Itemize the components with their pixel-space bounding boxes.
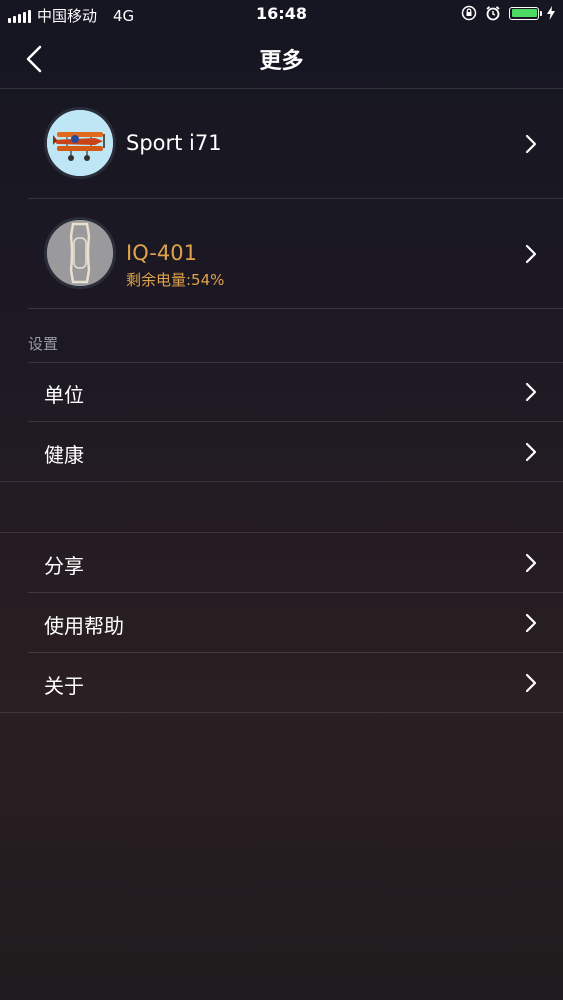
divider (28, 362, 563, 363)
chevron-right-icon (525, 134, 537, 154)
rotation-lock-icon (461, 5, 477, 21)
device-row-sport-i71[interactable]: Sport i71 (0, 89, 563, 199)
chevron-right-icon (525, 442, 537, 462)
chevron-right-icon (525, 244, 537, 264)
battery-icon (509, 6, 542, 20)
section-divider (0, 712, 563, 713)
menu-item-health[interactable]: 健康 (0, 422, 563, 482)
chevron-right-icon (525, 382, 537, 402)
chevron-right-icon (525, 613, 537, 633)
charging-icon (547, 6, 555, 20)
battery-fill (511, 9, 537, 17)
section-divider (0, 481, 563, 482)
band-avatar (44, 217, 116, 289)
nav-bar: 更多 (0, 30, 563, 89)
device-row-iq-401[interactable]: IQ-401 剩余电量:54% (0, 199, 563, 309)
status-right (461, 5, 555, 21)
biplane-avatar (44, 107, 116, 179)
menu-item-label: 使用帮助 (44, 614, 124, 638)
menu-item-label: 分享 (44, 554, 84, 578)
chevron-right-icon (525, 553, 537, 573)
menu-item-unit[interactable]: 单位 (0, 362, 563, 422)
menu-item-label: 关于 (44, 674, 84, 698)
menu-item-help[interactable]: 使用帮助 (0, 593, 563, 653)
menu-item-label: 单位 (44, 383, 84, 407)
menu-item-label: 健康 (44, 443, 84, 467)
menu-item-about[interactable]: 关于 (0, 653, 563, 713)
band-image (47, 220, 113, 286)
device-name: Sport i71 (126, 131, 222, 155)
device-name: IQ-401 (126, 241, 197, 265)
divider (28, 308, 563, 309)
page-title: 更多 (259, 49, 304, 74)
section-label-settings: 设置 (28, 335, 59, 353)
alarm-icon (486, 6, 500, 21)
menu-item-share[interactable]: 分享 (0, 533, 563, 593)
device-battery-status: 剩余电量:54% (126, 271, 225, 289)
status-bar: 中国移动 4G 16:48 (0, 0, 563, 30)
biplane-image (47, 110, 113, 176)
chevron-right-icon (525, 673, 537, 693)
